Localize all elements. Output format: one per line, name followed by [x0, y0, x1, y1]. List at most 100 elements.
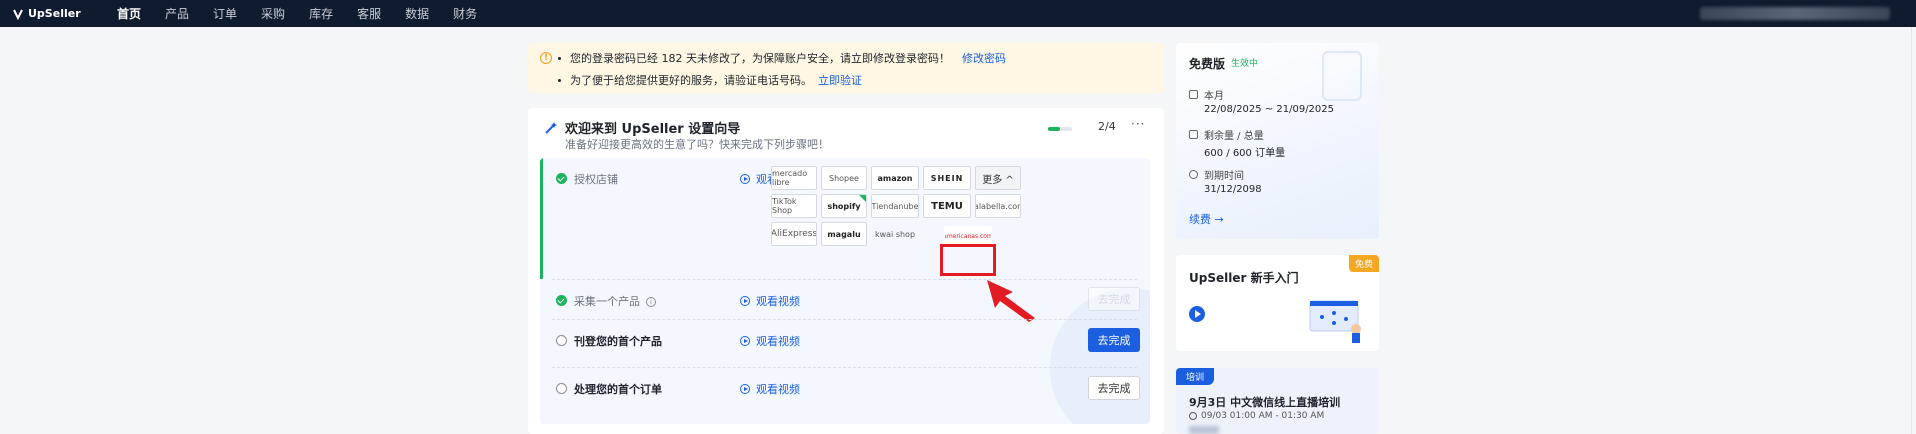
quota-label: 剩余量 / 总量 [1204, 131, 1264, 142]
highlight-box [940, 244, 996, 276]
step-label: 刊登您的首个产品 [574, 335, 662, 348]
nav-inventory[interactable]: 库存 [309, 5, 333, 22]
nav-orders[interactable]: 订单 [213, 5, 237, 22]
setup-wizard-card: 欢迎来到 UpSeller 设置向导 准备好迎接更高效的生意了吗？快来完成下列步… [528, 108, 1164, 434]
empty-circle-icon [556, 335, 567, 346]
shop-temu[interactable]: TEMU [923, 194, 971, 218]
plan-status-badge: 生效中 [1231, 59, 1259, 69]
training-time: 09/03 01:00 AM - 01:30 AM [1189, 411, 1324, 421]
shop-falabella[interactable]: falabella.com [975, 194, 1021, 218]
training-more-text [1189, 426, 1219, 434]
period-value: 22/08/2025 ~ 21/09/2025 [1204, 104, 1335, 115]
shop-amazon[interactable]: amazon [871, 166, 919, 190]
watch-video-link[interactable]: 观看视频 [740, 333, 800, 349]
beginner-guide-card[interactable]: 免费 UpSeller 新手入门 [1176, 255, 1379, 351]
check-icon [556, 295, 567, 306]
expire-value: 31/12/2098 [1204, 184, 1262, 195]
app-logo[interactable]: UpSeller [12, 7, 92, 20]
period-row: 本月 [1189, 87, 1224, 102]
more-shops-button[interactable]: 更多 ^ [975, 166, 1021, 190]
nav-home[interactable]: 首页 [117, 5, 141, 22]
shop-mercadolibre[interactable]: mercado libre [771, 166, 817, 190]
video-label: 观看视频 [756, 383, 800, 396]
watch-video-link[interactable]: 观看视频 [740, 293, 800, 309]
video-label: 观看视频 [756, 335, 800, 348]
step-divider [552, 367, 1137, 368]
quota-row: 剩余量 / 总量 [1189, 127, 1264, 142]
upseller-logo-icon [13, 9, 23, 20]
shop-magalu[interactable]: magalu [821, 222, 867, 246]
calendar-icon [1189, 90, 1198, 99]
play-button-icon[interactable] [1189, 306, 1205, 322]
shop-tiktok[interactable]: TikTok Shop [771, 194, 817, 218]
wizard-title-text: 欢迎来到 UpSeller 设置向导 [565, 122, 741, 137]
step-label: 授权店铺 [574, 173, 618, 186]
notice-text: 您的登录密码已经 182 天未修改了，为保障账户安全，请立即修改登录密码！ [570, 52, 950, 65]
decorative-document-icon [1322, 51, 1362, 101]
wizard-title: 欢迎来到 UpSeller 设置向导 [544, 118, 740, 137]
step2-complete-button[interactable]: 去完成 [1088, 287, 1140, 311]
scrollbar-edge [1911, 27, 1912, 434]
notice-line-password: 您的登录密码已经 182 天未修改了，为保障账户安全，请立即修改登录密码！ 修改… [558, 50, 1006, 66]
user-account-menu[interactable] [1700, 7, 1890, 20]
shop-shein[interactable]: SHEIN [923, 166, 971, 190]
step-label: 采集一个产品 i [574, 293, 656, 309]
nav-finance[interactable]: 财务 [453, 5, 477, 22]
step-label: 处理您的首个订单 [574, 383, 662, 396]
step4-complete-button[interactable]: 去完成 [1088, 376, 1140, 400]
training-title: 9月3日 中文微信线上直播培训 [1189, 396, 1341, 409]
main-nav: 首页 产品 订单 采购 库存 客服 数据 财务 [117, 5, 501, 22]
check-icon [556, 173, 567, 184]
step3-complete-button[interactable]: 去完成 [1088, 328, 1140, 352]
info-icon[interactable]: i [646, 297, 656, 307]
nav-data[interactable]: 数据 [405, 5, 429, 22]
watch-video-link[interactable]: 观看视频 [740, 381, 800, 397]
warning-icon: ! [540, 52, 552, 64]
quota-value: 600 / 600 订单量 [1204, 148, 1286, 159]
completed-steps-bar [540, 158, 543, 279]
nav-purchase[interactable]: 采购 [261, 5, 285, 22]
change-password-link[interactable]: 修改密码 [962, 50, 1006, 66]
notice-line-phone: 为了便于给您提供更好的服务，请验证电话号码。 立即验证 [558, 72, 862, 88]
notice-text: 为了便于给您提供更好的服务，请验证电话号码。 [570, 74, 812, 87]
clock-icon [1189, 412, 1197, 420]
shop-kwai[interactable]: kwai shop [871, 222, 919, 246]
plan-card: 免费版 生效中 本月 22/08/2025 ~ 21/09/2025 剩余量 /… [1176, 43, 1379, 239]
top-navbar: UpSeller 首页 产品 订单 采购 库存 客服 数据 财务 [0, 0, 1916, 27]
shop-shopify-label: shopify [827, 201, 861, 211]
wizard-progress-bar [1048, 127, 1072, 131]
renew-link[interactable]: 续费 → [1189, 211, 1224, 227]
video-label: 观看视频 [756, 295, 800, 308]
wizard-progress-text: 2/4 [1098, 120, 1116, 133]
shop-aliexpress[interactable]: AliExpress [771, 222, 817, 246]
shop-americanas[interactable]: americanas.com [944, 226, 992, 246]
app-name: UpSeller [28, 7, 81, 20]
period-label: 本月 [1204, 91, 1224, 102]
play-circle-icon [740, 384, 750, 394]
connected-corner-icon [859, 195, 866, 202]
shop-tiendanube[interactable]: Tiendanube [871, 194, 919, 218]
guide-illustration-icon [1309, 300, 1361, 343]
training-badge: 培训 [1176, 368, 1215, 385]
play-circle-icon [740, 336, 750, 346]
plan-title: 免费版 [1189, 57, 1226, 71]
red-arrow-icon [987, 280, 1035, 322]
verify-phone-link[interactable]: 立即验证 [818, 72, 862, 88]
play-circle-icon [740, 296, 750, 306]
bullet-icon [558, 78, 561, 82]
guide-title: UpSeller 新手入门 [1189, 271, 1299, 285]
progress-fill [1048, 127, 1060, 131]
shop-shopify[interactable]: shopify [821, 194, 867, 218]
shop-shopee[interactable]: Shopee [821, 166, 867, 190]
training-card[interactable]: 培训 9月3日 中文微信线上直播培训 09/03 01:00 AM - 01:3… [1176, 368, 1379, 434]
wizard-steps: 授权店铺 观看视频 mercado libre Shopee amazon SH… [540, 158, 1150, 424]
empty-circle-icon [556, 383, 567, 394]
nav-products[interactable]: 产品 [165, 5, 189, 22]
training-time-text: 09/03 01:00 AM - 01:30 AM [1201, 411, 1325, 421]
step-divider [552, 319, 1137, 320]
nav-customer-service[interactable]: 客服 [357, 5, 381, 22]
step-label-text: 采集一个产品 [574, 295, 640, 308]
step-divider [552, 279, 1137, 280]
expire-row: 到期时间 [1189, 167, 1244, 182]
more-options-icon[interactable]: ··· [1131, 117, 1145, 131]
